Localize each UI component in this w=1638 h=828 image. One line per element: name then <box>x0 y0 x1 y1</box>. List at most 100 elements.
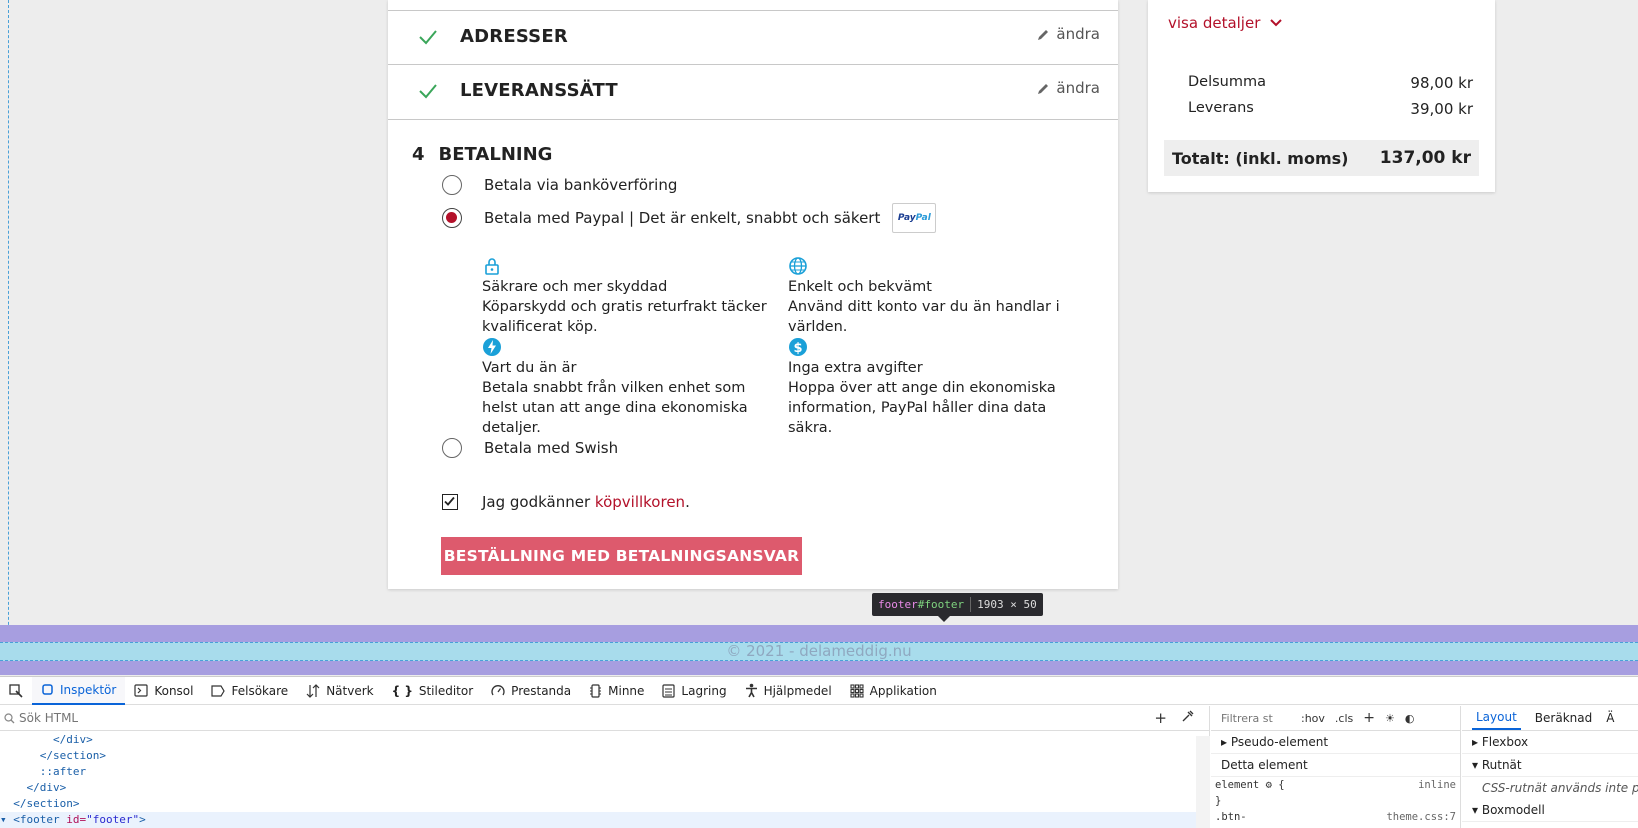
terms-checkbox-row[interactable]: Jag godkänner köpvillkoren. <box>442 493 690 511</box>
add-rule-icon[interactable]: + <box>1363 710 1375 726</box>
element-rule[interactable]: element ⚙ {inline <box>1211 777 1460 793</box>
paypal-logo: Pay Pal <box>892 203 937 233</box>
option-label: Betala via banköverföring <box>484 176 678 194</box>
terms-checkbox[interactable] <box>442 494 458 510</box>
feature-text: Använd ditt konto var du än handlar i vä… <box>788 299 1060 335</box>
feature-title: Säkrare och mer skyddad <box>482 279 668 295</box>
rules-filter-input[interactable] <box>1221 711 1291 725</box>
lock-icon <box>485 258 499 275</box>
html-scrollbar[interactable] <box>1196 736 1210 828</box>
feature-text: Hoppa över att ange din ekonomiska infor… <box>788 380 1056 436</box>
tab-storage[interactable]: Lagring <box>653 677 735 705</box>
cls-toggle[interactable]: .cls <box>1335 712 1353 725</box>
tab-style-editor[interactable]: { } Stileditor <box>383 677 483 705</box>
tab-computed[interactable]: Beräknad <box>1535 711 1592 725</box>
grid-icon <box>850 683 864 698</box>
layout-tabs: Layout Beräknad Ä <box>1462 706 1638 731</box>
summary-label: Delsumma <box>1188 74 1266 90</box>
total-label: Totalt: (inkl. moms) <box>1172 148 1349 168</box>
html-line[interactable]: </div> <box>0 732 1209 748</box>
payment-title: BETALNING <box>438 144 553 165</box>
network-icon <box>306 683 320 698</box>
html-line[interactable]: </section> <box>0 796 1209 812</box>
html-line[interactable]: </section> <box>0 748 1209 764</box>
pencil-icon <box>1038 83 1049 94</box>
tab-application[interactable]: Applikation <box>841 677 946 705</box>
tab-layout[interactable]: Layout <box>1472 706 1521 730</box>
edit-delivery-link[interactable]: ändra <box>1037 79 1100 97</box>
payment-option-swish[interactable]: Betala med Swish <box>442 438 618 458</box>
tab-label: Nätverk <box>326 683 374 698</box>
btn-rule[interactable]: .btn-theme.css:7 <box>1211 809 1460 825</box>
grid-section[interactable]: ▾ Rutnät <box>1462 754 1638 777</box>
tab-network[interactable]: Nätverk <box>297 677 382 705</box>
hov-toggle[interactable]: :hov <box>1301 712 1325 725</box>
picker-icon <box>9 683 23 698</box>
tab-label: Inspektör <box>60 682 117 697</box>
grid-note: CSS-rutnät används inte på d <box>1482 781 1638 795</box>
tab-inspector[interactable]: Inspektör <box>32 676 126 705</box>
footer-copyright: © 2021 - delameddig.nu <box>726 642 912 660</box>
payment-option-bank[interactable]: Betala via banköverföring <box>442 175 677 195</box>
dollar-icon: $ <box>789 338 807 356</box>
radio-button[interactable] <box>442 175 462 195</box>
terms-prefix: Jag godkänner <box>482 493 595 511</box>
light-theme-icon[interactable]: ☀ <box>1385 712 1395 725</box>
feature-easy: Enkelt och bekvämt Använd ditt konto var… <box>788 256 1078 337</box>
tab-label: Hjälpmedel <box>763 683 832 698</box>
tab-accessibility[interactable]: Hjälpmedel <box>736 677 841 705</box>
tab-label: Applikation <box>869 683 937 698</box>
add-node-icon[interactable]: + <box>1154 709 1167 727</box>
edit-label: ändra <box>1056 79 1100 97</box>
total-row: Totalt: (inkl. moms) 137,00 kr <box>1164 140 1479 176</box>
devtools-tabbar: Inspektör Konsol Felsökare Nätverk { } S… <box>0 676 1638 705</box>
inspector-icon <box>42 684 53 695</box>
tab-label: Lagring <box>681 683 727 698</box>
place-order-button[interactable]: BESTÄLLNING MED BETALNINGSANSVAR <box>441 537 802 575</box>
details-label: visa detaljer <box>1168 14 1261 32</box>
html-line[interactable]: ::after <box>0 764 1209 780</box>
tab-console[interactable]: Konsol <box>125 677 202 705</box>
feature-text: Betala snabbt från vilken enhet som hels… <box>482 380 748 436</box>
step-title: LEVERANSSÄTT <box>460 80 618 101</box>
gauge-icon <box>491 685 505 696</box>
this-element-header: Detta element <box>1211 754 1460 777</box>
show-details-link[interactable]: visa detaljer <box>1168 14 1283 32</box>
dark-theme-icon[interactable]: ◐ <box>1405 712 1415 725</box>
flexbox-section[interactable]: ▸ Flexbox <box>1462 731 1638 754</box>
layout-guide-line <box>8 0 9 665</box>
checkout-card: ADRESSER ändra LEVERANSSÄTT ändra 4 BETAL… <box>388 0 1118 589</box>
feature-anywhere: Vart du än är Betala snabbt från vilken … <box>482 337 772 438</box>
check-icon <box>419 30 437 45</box>
boxmodel-section[interactable]: ▾ Boxmodell <box>1462 799 1638 822</box>
html-line-selected[interactable]: ▾ <footer id="footer"> <box>0 812 1209 828</box>
payment-option-paypal[interactable]: Betala med Paypal | Det är enkelt, snabb… <box>442 203 937 233</box>
tab-memory[interactable]: Minne <box>580 677 653 705</box>
pseudo-elements-toggle[interactable]: ▸ Pseudo-element <box>1211 731 1460 754</box>
storage-icon <box>662 683 676 698</box>
tooltip-divider <box>970 597 972 612</box>
rules-pane: :hov .cls + ☀ ◐ ▸ Pseudo-element Detta e… <box>1211 706 1461 828</box>
braces-icon: { } <box>391 683 413 698</box>
layout-pane: Layout Beräknad Ä ▸ Flexbox ▾ Rutnät CSS… <box>1462 706 1638 828</box>
tab-changes[interactable]: Ä <box>1606 711 1614 725</box>
tab-label: Minne <box>608 683 645 698</box>
devtools-panel: Inspektör Konsol Felsökare Nätverk { } S… <box>0 676 1638 828</box>
terms-link[interactable]: köpvillkoren <box>595 493 685 511</box>
tab-performance[interactable]: Prestanda <box>482 677 580 705</box>
radio-button-selected[interactable] <box>442 208 462 228</box>
html-search-input[interactable] <box>19 711 319 725</box>
eyedropper-icon[interactable] <box>1181 709 1195 723</box>
edit-addresses-link[interactable]: ändra <box>1037 25 1100 43</box>
step-addresses: ADRESSER ändra <box>388 10 1118 65</box>
element-picker-button[interactable] <box>0 677 32 705</box>
radio-button[interactable] <box>442 438 462 458</box>
edit-label: ändra <box>1056 25 1100 43</box>
debugger-icon <box>211 684 226 697</box>
step-number: 4 <box>412 144 425 165</box>
chevron-down-icon <box>1270 19 1283 27</box>
memory-icon <box>590 683 602 698</box>
html-line[interactable]: </div> <box>0 780 1209 796</box>
tab-debugger[interactable]: Felsökare <box>202 677 297 705</box>
element-tooltip: footer #footer 1903 × 50 <box>872 593 1043 622</box>
